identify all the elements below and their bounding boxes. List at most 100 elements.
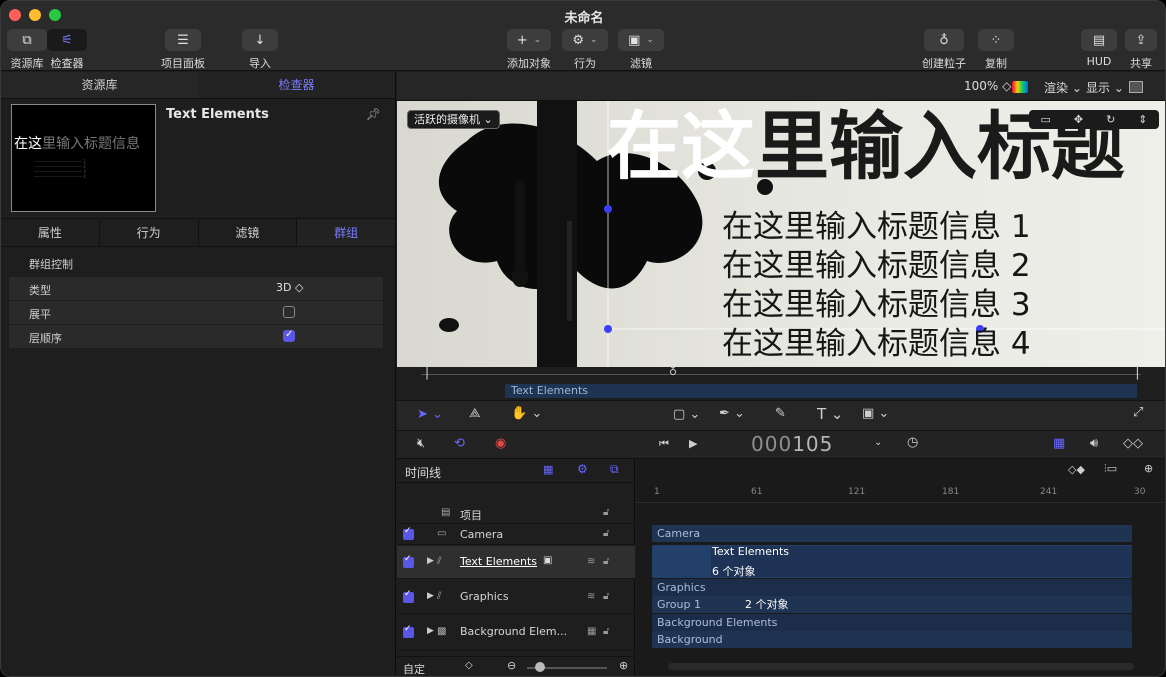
preview-area: 在这里输入标题信息 ———————————— 1 ———————————— 2 ——… (1, 99, 395, 219)
emitter-icon: ♁ (924, 29, 964, 51)
zoom-slider-knob[interactable] (535, 662, 545, 672)
layer-graphics[interactable]: ▶ ⫽ Graphics ≋ 🔓︎ (397, 580, 635, 614)
text-tool-icon[interactable]: T ⌄ (817, 405, 844, 423)
snapping-icon[interactable]: ⫶▭ (1104, 462, 1117, 476)
render-popup[interactable]: 渲染 ⌄ (1044, 79, 1082, 96)
checker-icon[interactable]: ▦ (543, 463, 553, 476)
hud-button[interactable]: ▤ HUD (1081, 29, 1117, 68)
3d-transform-icon[interactable]: ⟁ (469, 406, 481, 421)
disclosure-triangle-icon[interactable]: ▶ (427, 556, 434, 566)
lock-icon[interactable]: 🔓︎ (603, 626, 609, 637)
in-point-icon[interactable]: ▕ (419, 367, 427, 380)
dolly-icon[interactable]: ⇕ (1138, 113, 1147, 126)
layer-project[interactable]: ▤ 项目 🔓︎ (397, 504, 635, 524)
library-toggle[interactable]: ⧉ 资源库 (7, 29, 47, 71)
mini-timeline-bar[interactable]: Text Elements (505, 384, 1137, 398)
lock-icon[interactable]: 🔓︎ (603, 507, 609, 518)
layout-icon[interactable] (1129, 81, 1143, 93)
object-title: Text Elements (166, 107, 269, 122)
masks-filter-icon[interactable]: ⧉ (610, 462, 619, 477)
playhead-icon[interactable]: ♁ (669, 365, 677, 378)
out-point-icon[interactable]: ▏ (1137, 367, 1145, 380)
audio-icon[interactable]: 🔊︎ (1090, 436, 1098, 451)
track-graphics[interactable]: Graphics (652, 579, 1132, 596)
lock-icon[interactable]: 🔓︎ (603, 556, 609, 567)
lock-icon[interactable]: 🔓︎ (603, 528, 609, 539)
behaviors-button[interactable]: ⚙ ⌄ 行为 (562, 29, 608, 71)
shape-tool-icon[interactable]: ▢ ⌄ (673, 407, 700, 422)
zoom-popup[interactable]: 100% ◇ (964, 79, 1011, 93)
behaviors-filter-icon[interactable]: ⚙ (577, 462, 588, 476)
tab-properties[interactable]: 属性 (1, 219, 100, 246)
layer-enable-checkbox[interactable] (403, 526, 414, 540)
timecode-display[interactable]: 000105 (751, 432, 833, 456)
timeline-toggle-icon[interactable]: ▦ (1053, 436, 1065, 451)
pan-icon[interactable]: ✥ (1074, 113, 1083, 126)
layer-camera[interactable]: ▭ Camera 🔓︎ (397, 525, 635, 545)
inspector-label: 检查器 (50, 57, 84, 70)
layer-background-elements[interactable]: ▶ ▩ Background Elem... ▦ 🔓︎ (397, 615, 635, 651)
mask-tool-icon[interactable]: ▣ ⌄ (862, 406, 889, 421)
timeline-horizontal-scrollbar[interactable] (668, 663, 1134, 670)
hand-tool-icon[interactable]: ✋ ⌄ (511, 406, 542, 421)
project-panel-toggle[interactable]: ☰ 项目面板 (161, 29, 205, 71)
share-button[interactable]: ⇪ 共享 (1125, 29, 1157, 71)
track-group-1[interactable]: Group 1 2 个对象 (652, 596, 1132, 613)
track-camera[interactable]: Camera (652, 525, 1132, 542)
zoom-in-icon[interactable]: ⊕ (619, 659, 628, 672)
view-mode-popup[interactable]: 自定 (403, 661, 425, 676)
track-background[interactable]: Background (652, 631, 1132, 648)
filters-button[interactable]: ▣ ⌄ 滤镜 (618, 29, 664, 71)
lock-icon[interactable]: 🔓︎ (603, 591, 609, 602)
type-popup[interactable]: 3D ◇ (276, 281, 303, 294)
popup-arrows-icon[interactable]: ◇ (465, 660, 473, 671)
track-background-elements[interactable]: Background Elements (652, 614, 1132, 631)
tab-filters[interactable]: 滤镜 (199, 219, 298, 246)
keyframe-nav-icon[interactable]: ◇◆ (1068, 463, 1085, 476)
active-camera-popup[interactable]: 活跃的摄像机 ⌄ (407, 110, 500, 129)
replicate-button[interactable]: ⁘ 复制 (978, 29, 1014, 71)
layer-order-checkbox[interactable] (283, 329, 295, 342)
isolate-icon[interactable]: ▣ (543, 555, 552, 566)
camera-icon[interactable]: ▭ (1040, 113, 1050, 126)
zoom-out-icon[interactable]: ⊖ (507, 659, 516, 672)
speed-icon[interactable]: ◷ (907, 435, 918, 450)
make-emitter-button[interactable]: ♁ 创建粒子 (922, 29, 966, 71)
record-icon[interactable]: ◉ (495, 436, 506, 451)
canvas[interactable]: 在这里输入标题 在这里输入标题信息 1 在这里输入标题信息 2 在这里输入标题信… (397, 101, 1165, 367)
track-text-elements[interactable]: Text Elements 6 个对象 (652, 545, 1132, 578)
bezier-tool-icon[interactable]: ✒ ⌄ (719, 406, 745, 421)
import-button[interactable]: ↓ 导入 (242, 29, 278, 71)
play-icon[interactable]: ▶ (689, 437, 697, 450)
expand-icon[interactable]: ⤢ (1133, 405, 1143, 420)
inspector-toggle[interactable]: ⚟ 检查器 (47, 29, 87, 71)
layer-enable-checkbox[interactable] (403, 624, 414, 638)
tab-library[interactable]: 资源库 (1, 72, 198, 98)
pin-icon[interactable]: 📌︎ (366, 107, 381, 121)
mini-timeline[interactable]: ▕ ♁ ▏ Text Elements (397, 365, 1165, 401)
keyframe-editor-icon[interactable]: ◇◇ (1123, 436, 1143, 451)
timecode-menu-chevron-icon[interactable]: ⌄ (874, 437, 882, 448)
disclosure-triangle-icon[interactable]: ▶ (427, 591, 434, 601)
paint-stroke-icon[interactable]: ✎ (775, 406, 786, 421)
layer-text-elements[interactable]: ▶ ⫽ Text Elements ▣ ≋ 🔓︎ (397, 546, 635, 579)
tab-group[interactable]: 群组 (297, 219, 395, 246)
tab-inspector[interactable]: 检查器 (198, 72, 395, 98)
go-to-start-icon[interactable]: ⏮ (659, 437, 669, 451)
disclosure-triangle-icon[interactable]: ▶ (427, 626, 434, 636)
loop-icon[interactable]: ⟲ (454, 436, 465, 451)
subtitle-line-4[interactable]: 在这里输入标题信息 4 (722, 318, 1031, 363)
flatten-checkbox[interactable] (283, 306, 295, 318)
timeline-tracks[interactable]: ◇◆ ⫶▭ ⊕ 1 61 121 181 241 30 Camera Text … (636, 459, 1165, 676)
view-popup[interactable]: 显示 ⌄ (1086, 79, 1124, 96)
timeline-ruler[interactable]: 1 61 121 181 241 30 (636, 483, 1165, 503)
layer-enable-checkbox[interactable] (403, 589, 414, 603)
add-object-button[interactable]: + ⌄ 添加对象 (507, 29, 551, 71)
orbit-icon[interactable]: ↻ (1106, 113, 1115, 126)
zoom-to-fit-icon[interactable]: ⊕ (1144, 462, 1153, 475)
color-channels-icon[interactable] (1012, 81, 1028, 93)
select-tool-icon[interactable]: ➤ ⌄ (417, 407, 443, 422)
tab-behaviors[interactable]: 行为 (100, 219, 199, 246)
mute-icon[interactable]: 🔇︎ (417, 436, 425, 451)
layer-enable-checkbox[interactable] (403, 554, 414, 568)
